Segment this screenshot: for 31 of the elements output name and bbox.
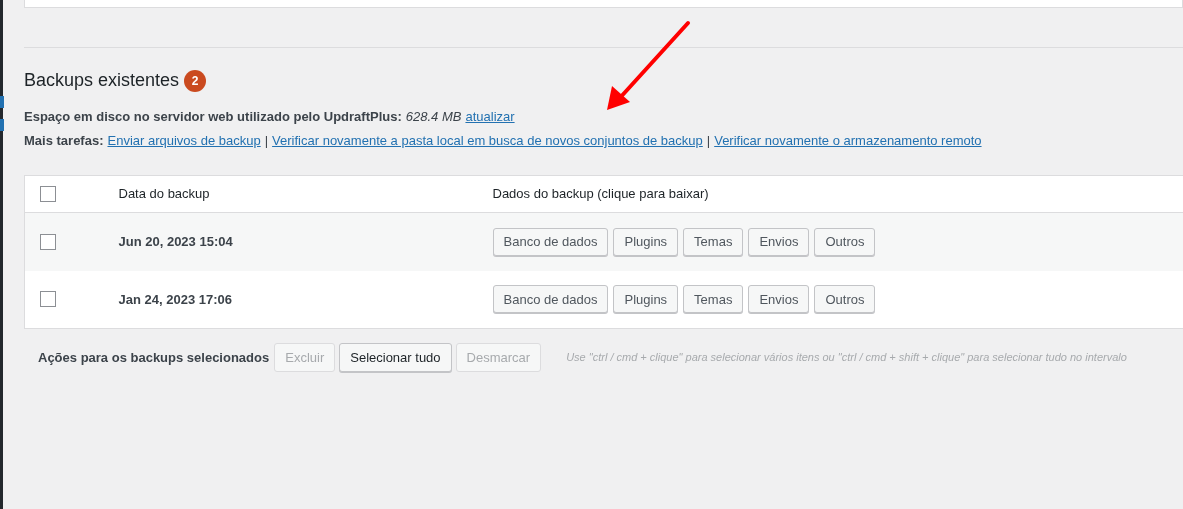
backup-date: Jan 24, 2023 17:06 xyxy=(118,291,232,307)
disk-usage-label: Espaço em disco no servidor web utilizado pelo UpdraftPlus: xyxy=(24,108,402,127)
hint-text: Use "ctrl / cmd + clique" para selecionar vários itens ou "ctrl / cmd + shift + clique" para selecionar tudo no intervalo xyxy=(566,350,1127,366)
download-button[interactable]: Banco de dados xyxy=(492,227,609,256)
link-separator: | xyxy=(264,132,269,151)
task-link[interactable]: Verificar novamente a pasta local em busca de novos conjuntos de backup xyxy=(272,131,703,151)
download-button[interactable]: Outros xyxy=(814,227,876,256)
download-button[interactable]: Envios xyxy=(748,285,810,314)
action-button[interactable]: Selecionar tudo xyxy=(339,343,452,372)
backup-date: Jun 20, 2023 15:04 xyxy=(118,234,233,249)
task-link[interactable]: Verificar novamente o armazenamento remoto xyxy=(714,131,982,151)
download-button[interactable]: Temas xyxy=(683,227,744,256)
count-badge: 2 xyxy=(184,69,207,92)
row-checkbox[interactable] xyxy=(40,291,56,308)
download-button[interactable]: Plugins xyxy=(613,227,679,256)
row-checkbox[interactable] xyxy=(40,233,56,250)
disk-usage-value: 628.4 MB xyxy=(405,108,462,127)
download-button[interactable]: Plugins xyxy=(613,285,679,314)
bulk-actions-label: Ações para os backups selecionados xyxy=(38,348,270,367)
download-button[interactable]: Banco de dados xyxy=(492,285,609,314)
download-button[interactable]: Outros xyxy=(814,285,876,314)
column-header: Dados do backup (clique para baixar) xyxy=(492,175,1183,213)
section-title: Backups existentes xyxy=(24,69,180,92)
tasks-label: Mais tarefas: xyxy=(24,132,104,151)
task-link[interactable]: Enviar arquivos de backup xyxy=(107,131,261,151)
refresh-link[interactable]: atualizar xyxy=(465,107,515,127)
download-button[interactable]: Envios xyxy=(748,227,810,256)
download-button[interactable]: Temas xyxy=(683,285,744,314)
select-all-checkbox[interactable] xyxy=(40,186,56,202)
column-header: Data do backup xyxy=(118,175,493,213)
link-separator: | xyxy=(706,132,711,151)
